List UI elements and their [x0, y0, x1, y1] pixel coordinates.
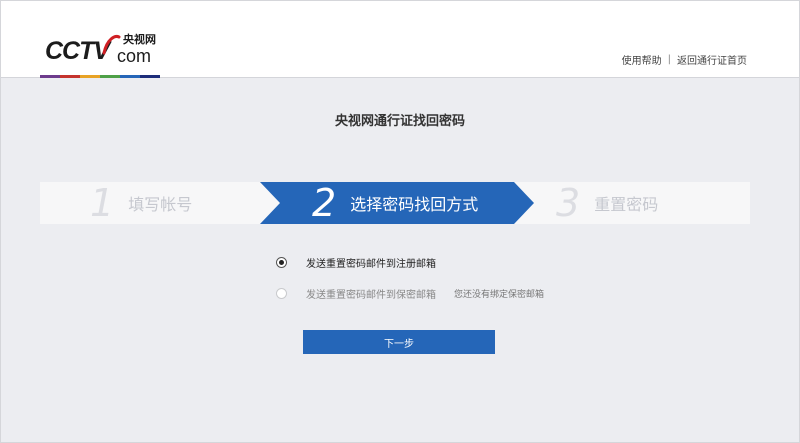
step-2: 2 选择密码找回方式	[312, 182, 478, 224]
option-registered-email-label[interactable]: 发送重置密码邮件到注册邮箱	[306, 255, 436, 270]
radio-security-email	[276, 287, 287, 299]
security-email-note: 您还没有绑定保密邮箱	[454, 289, 545, 300]
page-title: 央视网通行证找回密码	[334, 114, 465, 129]
cctv-logo[interactable]: CCTV 央视网 com	[45, 31, 165, 71]
step-2-label: 选择密码找回方式	[350, 195, 479, 214]
step-3-number: 3	[556, 181, 581, 225]
next-step-button[interactable]: 下一步	[303, 330, 495, 354]
site-header: CCTV 央视网 com 使用帮助 | 返回通行证首页	[0, 0, 800, 78]
step-1-label: 填写帐号	[128, 195, 193, 214]
brand-color-bar	[40, 75, 160, 78]
logo-cn-text: 央视网	[123, 33, 156, 46]
logo-cctv-text: CCTV	[45, 37, 110, 65]
logo-com-text: com	[117, 46, 152, 66]
help-link[interactable]: 使用帮助	[622, 52, 662, 67]
option-registered-email[interactable]: 发送重置密码邮件到注册邮箱	[276, 254, 606, 270]
recovery-options: 发送重置密码邮件到注册邮箱 发送重置密码邮件到保密邮箱 您还没有绑定保密邮箱	[276, 254, 606, 316]
radio-registered-email[interactable]	[276, 256, 287, 268]
step-1-number: 1	[90, 181, 115, 225]
step-1: 1 填写帐号	[90, 182, 192, 224]
back-to-home-link[interactable]: 返回通行证首页	[677, 52, 747, 67]
step-2-number: 2	[312, 181, 337, 225]
step-3-label: 重置密码	[594, 195, 659, 214]
link-separator: |	[667, 54, 671, 65]
top-links: 使用帮助 | 返回通行证首页	[622, 52, 747, 67]
option-security-email-label: 发送重置密码邮件到保密邮箱	[306, 289, 436, 301]
option-security-email: 发送重置密码邮件到保密邮箱 您还没有绑定保密邮箱	[276, 285, 606, 301]
step-3: 3 重置密码	[556, 182, 658, 224]
step-progress: 1 填写帐号 2 选择密码找回方式 3 重置密码	[40, 182, 750, 224]
